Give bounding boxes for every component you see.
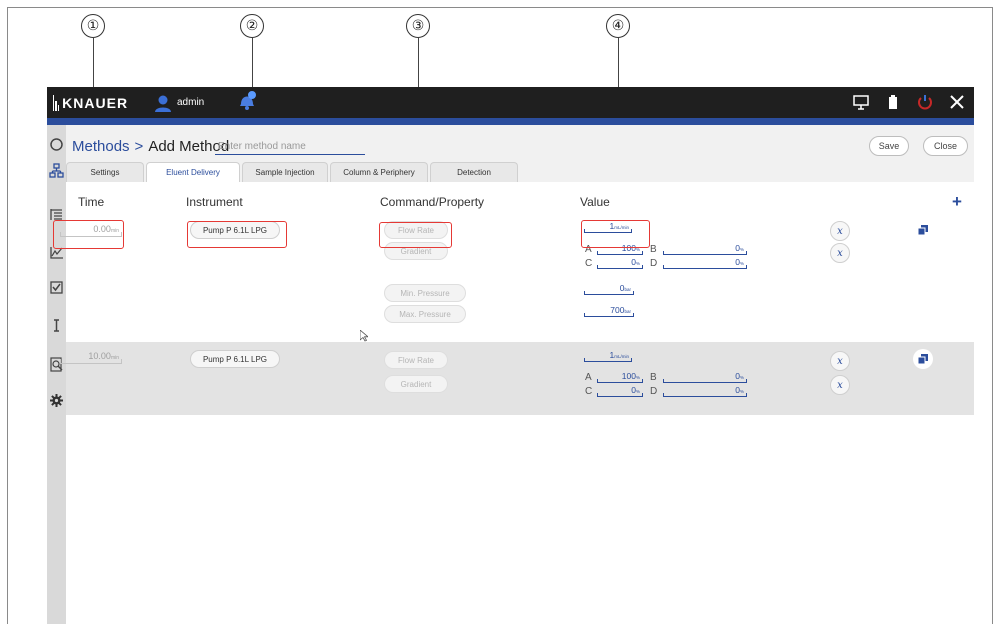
checkbox-icon[interactable]: [49, 280, 64, 295]
tab-detection[interactable]: Detection: [430, 162, 518, 182]
main-content: Methods > Add Method Save Close Settings…: [60, 125, 974, 624]
breadcrumb: Methods > Add Method: [72, 138, 229, 155]
gradient-c-field[interactable]: 0%: [597, 255, 643, 269]
callout-4: ④: [606, 14, 630, 38]
method-name-input[interactable]: [215, 139, 365, 155]
app-topbar: KNAUER admin: [47, 87, 974, 118]
flow-rate-button[interactable]: Flow Rate: [384, 351, 448, 369]
gradient-label-c: C: [585, 258, 593, 269]
settings-gear-icon[interactable]: [49, 393, 64, 408]
left-sidebar: [47, 125, 66, 624]
tab-settings[interactable]: Settings: [66, 162, 144, 182]
highlight-time: [53, 220, 124, 249]
highlight-command: [379, 222, 452, 248]
flow-rate-field[interactable]: 1mL/min: [584, 348, 632, 362]
column-header-command: Command/Property: [380, 195, 485, 209]
notification-bell-icon[interactable]: [237, 89, 257, 113]
gradient-label-d: D: [650, 258, 658, 269]
gradient-label-b: B: [650, 372, 657, 383]
monitor-icon[interactable]: [852, 93, 870, 111]
clear-gradient-button[interactable]: x: [830, 375, 850, 395]
gradient-a-field[interactable]: 100%: [597, 369, 643, 383]
clear-flow-rate-button[interactable]: x: [830, 221, 850, 241]
tab-sample-injection[interactable]: Sample Injection: [242, 162, 328, 182]
tab-eluent-delivery[interactable]: Eluent Delivery: [146, 162, 240, 182]
tab-column-periphery[interactable]: Column & Periphery: [330, 162, 428, 182]
max-pressure-field[interactable]: 700bar: [584, 303, 634, 317]
user-icon[interactable]: [154, 94, 172, 112]
knauer-logo: KNAUER: [53, 94, 128, 112]
breadcrumb-separator: >: [134, 138, 144, 155]
gradient-label-c: C: [585, 386, 593, 397]
method-tabs: Settings Eluent Delivery Sample Injectio…: [66, 162, 974, 182]
gradient-d-field[interactable]: 0%: [663, 383, 747, 397]
logo-mark-icon: [53, 95, 60, 111]
gradient-b-field[interactable]: 0%: [663, 241, 747, 255]
copy-icon: [918, 225, 928, 235]
column-header-value: Value: [580, 195, 610, 209]
mouse-pointer-icon: [360, 330, 368, 342]
add-row-button[interactable]: +: [947, 192, 967, 212]
eluent-delivery-panel: Time Instrument Command/Property Value +…: [60, 182, 974, 624]
breadcrumb-methods[interactable]: Methods: [72, 138, 130, 155]
gradient-label-a: A: [585, 372, 592, 383]
user-name[interactable]: admin: [177, 97, 204, 108]
clear-gradient-button[interactable]: x: [830, 243, 850, 263]
clear-flow-rate-button[interactable]: x: [830, 351, 850, 371]
highlight-instrument: [187, 221, 287, 248]
highlight-value: [581, 220, 650, 248]
min-pressure-field[interactable]: 0bar: [584, 281, 634, 295]
column-header-time: Time: [78, 195, 105, 209]
min-pressure-button[interactable]: Min. Pressure: [384, 284, 466, 302]
max-pressure-button[interactable]: Max. Pressure: [384, 305, 466, 323]
callout-2: ②: [240, 14, 264, 38]
gradient-c-field[interactable]: 0%: [597, 383, 643, 397]
gradient-label-b: B: [650, 244, 657, 255]
copy-icon: [918, 354, 928, 364]
gradient-button[interactable]: Gradient: [384, 375, 448, 393]
column-header-instrument: Instrument: [186, 195, 243, 209]
gradient-label-d: D: [650, 386, 658, 397]
copy-row-button[interactable]: [913, 349, 933, 369]
instrument-button[interactable]: Pump P 6.1L LPG: [190, 350, 280, 368]
close-icon[interactable]: [948, 93, 966, 111]
gradient-b-field[interactable]: 0%: [663, 369, 747, 383]
callout-3: ③: [406, 14, 430, 38]
logo-text: KNAUER: [62, 95, 129, 111]
copy-row-button[interactable]: [913, 220, 933, 240]
status-circle-icon[interactable]: [49, 137, 64, 152]
text-cursor-icon[interactable]: [49, 318, 64, 333]
save-button[interactable]: Save: [869, 136, 909, 156]
callout-1: ①: [81, 14, 105, 38]
time-field[interactable]: 10.00min: [60, 348, 122, 364]
hierarchy-icon[interactable]: [49, 163, 64, 178]
gradient-d-field[interactable]: 0%: [663, 255, 747, 269]
power-icon[interactable]: [916, 93, 934, 111]
table-row: 10.00min Pump P 6.1L LPG Flow Rate Gradi…: [60, 342, 974, 415]
close-button[interactable]: Close: [923, 136, 968, 156]
topbar-stripe: [47, 118, 974, 125]
battery-icon[interactable]: [884, 93, 902, 111]
